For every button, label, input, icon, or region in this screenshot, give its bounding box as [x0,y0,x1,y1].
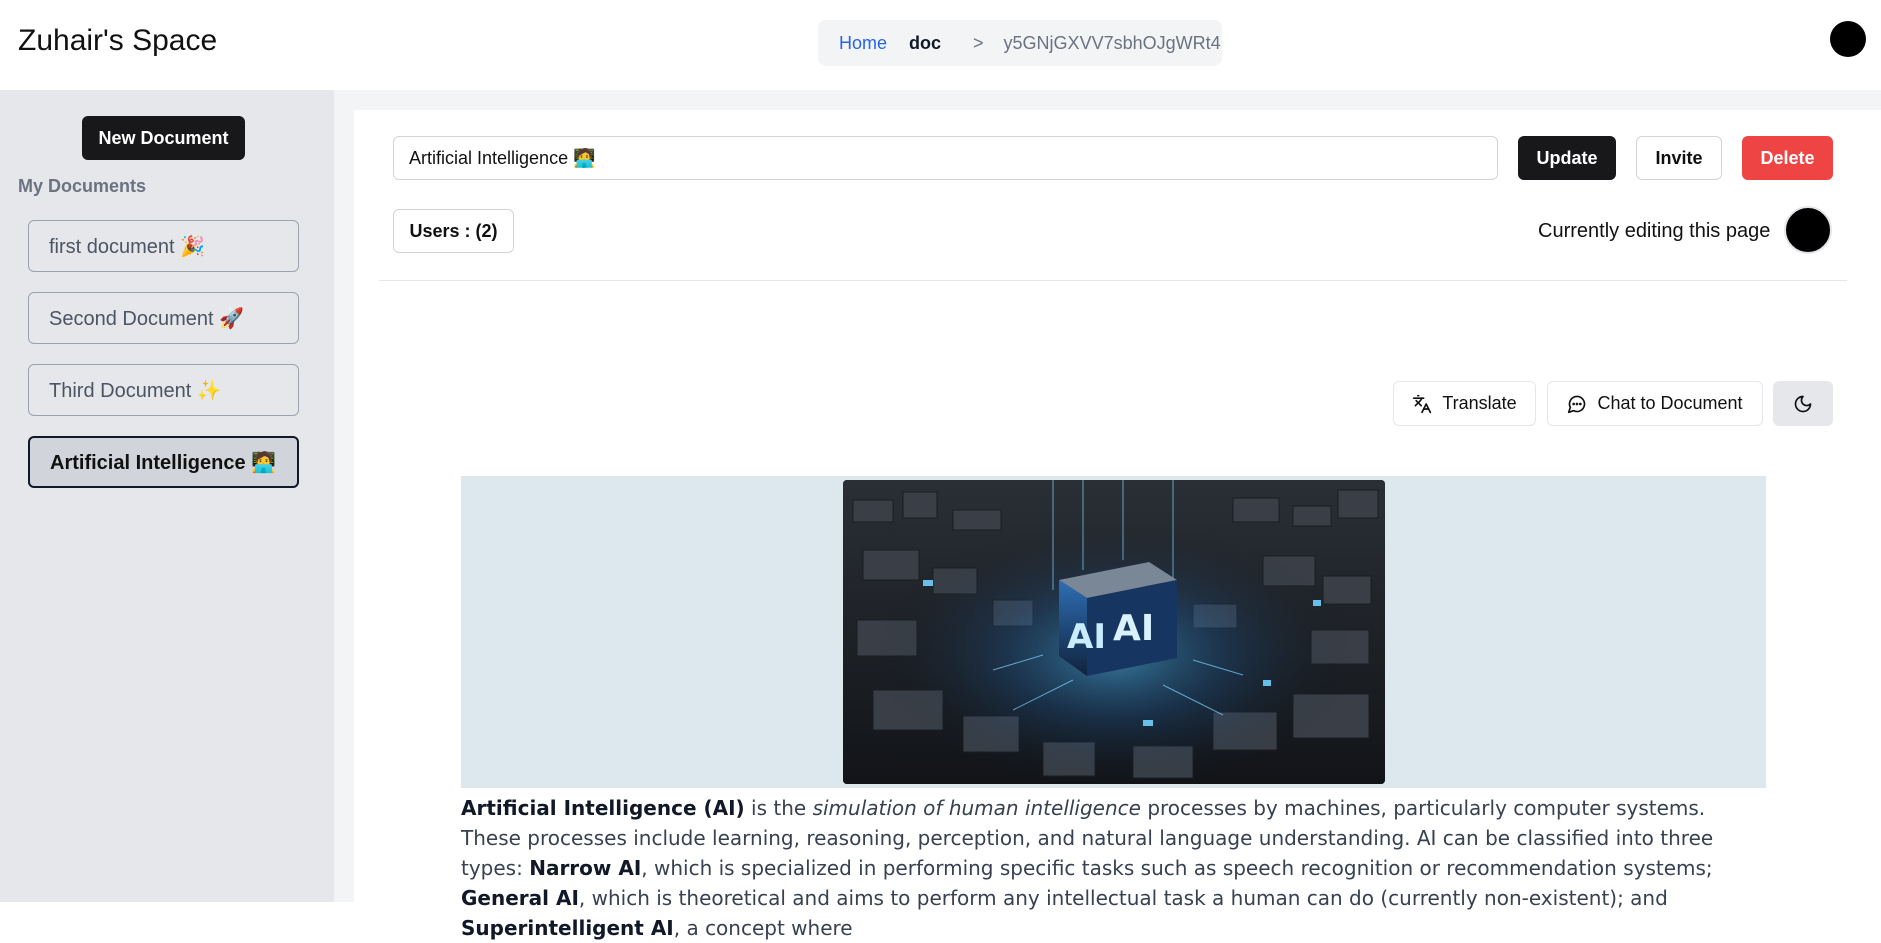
ai-chip-image: AI AI [843,480,1385,784]
text-segment: is the [744,796,813,820]
translate-icon [1413,394,1432,413]
text-segment: , a concept where [673,916,853,940]
ai-image-text-left: AI [1067,617,1106,657]
breadcrumb: Home doc > y5GNjGXVV7sbhOJgWRt4 [818,20,1222,66]
text-segment: , which is theoretical and aims to perfo… [578,886,1668,910]
breadcrumb-separator: > [973,32,984,53]
translate-button[interactable]: Translate [1393,381,1536,426]
moon-icon [1794,395,1812,412]
divider [379,280,1847,281]
users-button[interactable]: Users : (2) [393,209,514,253]
text-bold-term: Narrow AI [529,856,642,880]
sidebar-item-label: Second Document 🚀 [49,307,244,330]
sidebar-item-first-document[interactable]: first document 🎉 [28,220,299,272]
text-bold-term: Superintelligent AI [461,916,674,940]
sidebar-item-third-document[interactable]: Third Document ✨ [28,364,299,416]
ai-image-text-right: AI [1113,608,1154,649]
breadcrumb-doc-id: y5GNjGXVV7sbhOJgWRt4 [1003,32,1221,53]
collaborator-avatar[interactable] [1784,206,1832,254]
message-circle-icon [1568,395,1586,413]
new-document-button[interactable]: New Document [82,116,245,160]
sidebar-item-label: Artificial Intelligence 🧑‍💻 [50,451,277,474]
currently-editing-label: Currently editing this page [1538,220,1771,242]
text-bold-term: Artificial Intelligence (AI) [461,796,745,820]
document-body-text[interactable]: Artificial Intelligence (AI) is the simu… [461,793,1761,943]
sidebar: New Document My Documents first document… [0,90,334,902]
sidebar-item-artificial-intelligence[interactable]: Artificial Intelligence 🧑‍💻 [28,436,299,488]
invite-button[interactable]: Invite [1636,136,1722,180]
text-segment: , which is specialized in performing spe… [641,856,1713,880]
sidebar-item-label: Third Document ✨ [49,379,222,402]
user-avatar[interactable] [1830,21,1866,57]
my-documents-heading: My Documents [18,176,147,196]
delete-button[interactable]: Delete [1742,136,1833,180]
translate-label: Translate [1442,393,1517,413]
text-italic-term: simulation of human intelligence [812,796,1141,820]
document-title-input[interactable] [393,136,1498,180]
chat-to-document-button[interactable]: Chat to Document [1547,381,1763,426]
text-bold-term: General AI [461,886,579,910]
sidebar-item-second-document[interactable]: Second Document 🚀 [28,292,299,344]
top-header: Zuhair's Space Home doc > y5GNjGXVV7sbhO… [0,0,1881,90]
breadcrumb-doc[interactable]: doc [909,33,941,54]
update-button[interactable]: Update [1518,136,1616,180]
sidebar-item-label: first document 🎉 [49,235,206,258]
breadcrumb-home-link[interactable]: Home [839,33,887,54]
dark-mode-toggle[interactable] [1773,381,1833,426]
chat-to-document-label: Chat to Document [1597,393,1743,413]
app-title: Zuhair's Space [18,24,218,57]
